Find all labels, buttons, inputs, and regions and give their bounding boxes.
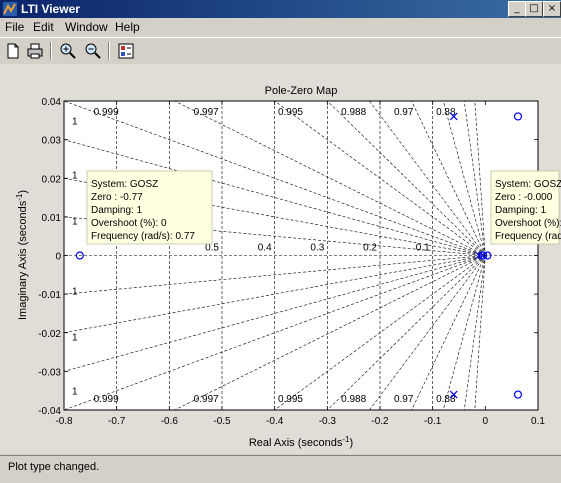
x-axis-label: Real Axis (seconds-1) [249, 435, 353, 449]
datatip-line: Frequency (rad/s) [495, 231, 561, 242]
damping-label: 1 [72, 286, 78, 297]
y-tick-label: 0 [55, 252, 61, 263]
datatip-line: Overshoot (%): 0 [91, 218, 167, 229]
pole-zero-chart: 0.999 0.997 0.995 0.988 0.97 0.880.999 0.997 0.… [15, 85, 561, 449]
menu-help[interactable]: Help [115, 20, 140, 34]
title-bar: LTI Viewer _ □ × [0, 0, 561, 18]
x-tick-label: -0.4 [266, 416, 284, 427]
datatip: System: GOSZ Zero : -0.000 Damping: 1 Overs… [490, 170, 561, 245]
damping-label: 1 [72, 116, 78, 127]
status-bar: Plot type changed. [0, 455, 561, 483]
datatip-line: Damping: 1 [495, 205, 547, 216]
y-tick-label: -0.04 [38, 406, 61, 417]
datatip-line: Damping: 1 [91, 205, 143, 216]
x-tick-label: -0.2 [371, 416, 389, 427]
damping-label: 0.995 [278, 107, 303, 118]
x-tick-label: 0 [483, 416, 489, 427]
damping-label: 0.999 [94, 394, 119, 405]
datatip-line: Zero : -0.77 [91, 192, 143, 203]
zoom-in-icon[interactable] [58, 41, 78, 61]
datatip-line: System: GOSZ [495, 179, 561, 190]
damping-label: 0.988 [341, 107, 366, 118]
x-tick-label: -0.5 [213, 416, 231, 427]
y-tick-label: 0.01 [42, 213, 62, 224]
print-icon[interactable] [25, 41, 45, 61]
status-text: Plot type changed. [8, 461, 100, 473]
zoom-out-icon[interactable] [83, 41, 103, 61]
x-tick-label: -0.1 [424, 416, 442, 427]
toolbar-separator [108, 42, 110, 60]
plot-config-icon[interactable] [116, 41, 136, 61]
figure-canvas: 0.999 0.997 0.995 0.988 0.97 0.88 0.999 0.997 0.… [0, 64, 561, 454]
matlab-logo-icon [3, 2, 17, 16]
frequency-label: 0.2 [363, 243, 377, 254]
new-file-icon[interactable] [3, 41, 23, 61]
y-tick-label: -0.03 [38, 367, 61, 378]
datatip: System: GOSZ Zero : -0.77 Damping: 1 Oversh… [86, 170, 213, 245]
damping-label: 1 [72, 333, 78, 344]
y-tick-label: 0.03 [42, 136, 62, 147]
minimize-button[interactable]: _ [508, 1, 526, 17]
menu-window[interactable]: Window [65, 20, 108, 34]
maximize-button[interactable]: □ [525, 1, 543, 17]
damping-label: 1 [72, 387, 78, 398]
toolbar-separator [50, 42, 52, 60]
y-tick-label: -0.02 [38, 329, 61, 340]
damping-label: 0.997 [194, 107, 219, 118]
y-tick-label: -0.01 [38, 290, 61, 301]
close-button[interactable]: × [543, 1, 561, 17]
datatip-line: System: GOSZ [91, 179, 158, 190]
frequency-label: 0.3 [310, 243, 324, 254]
chart-title: Pole-Zero Map [265, 85, 338, 97]
damping-label: 0.995 [278, 394, 303, 405]
damping-label: 1 [72, 217, 78, 228]
menu-file[interactable]: File [5, 20, 24, 34]
damping-label: 0.999 [94, 107, 119, 118]
y-axis-label: Imaginary Axis (seconds-1) [15, 190, 29, 320]
y-tick-label: 0.04 [42, 97, 62, 108]
damping-label: 0.997 [194, 394, 219, 405]
y-tick-label: 0.02 [42, 174, 62, 185]
damping-label: 0.988 [341, 394, 366, 405]
frequency-label: 0.4 [258, 243, 272, 254]
x-tick-label: -0.7 [108, 416, 126, 427]
datatip-line: Overshoot (%): 0 [495, 218, 561, 229]
x-tick-label: -0.8 [55, 416, 73, 427]
toolbar [0, 37, 561, 65]
damping-label: 1 [72, 170, 78, 181]
datatip-line: Frequency (rad/s): 0.77 [91, 231, 195, 242]
damping-label: 0.97 [394, 394, 414, 405]
x-tick-label: -0.3 [319, 416, 337, 427]
window-title: LTI Viewer [21, 2, 80, 16]
x-tick-label: 0.1 [531, 416, 545, 427]
frequency-label: 0.1 [416, 243, 430, 254]
x-tick-label: -0.6 [161, 416, 179, 427]
menu-edit[interactable]: Edit [33, 20, 54, 34]
menu-bar: File Edit Window Help [0, 18, 561, 36]
damping-label: 0.97 [394, 107, 414, 118]
datatip-line: Zero : -0.000 [495, 192, 553, 203]
